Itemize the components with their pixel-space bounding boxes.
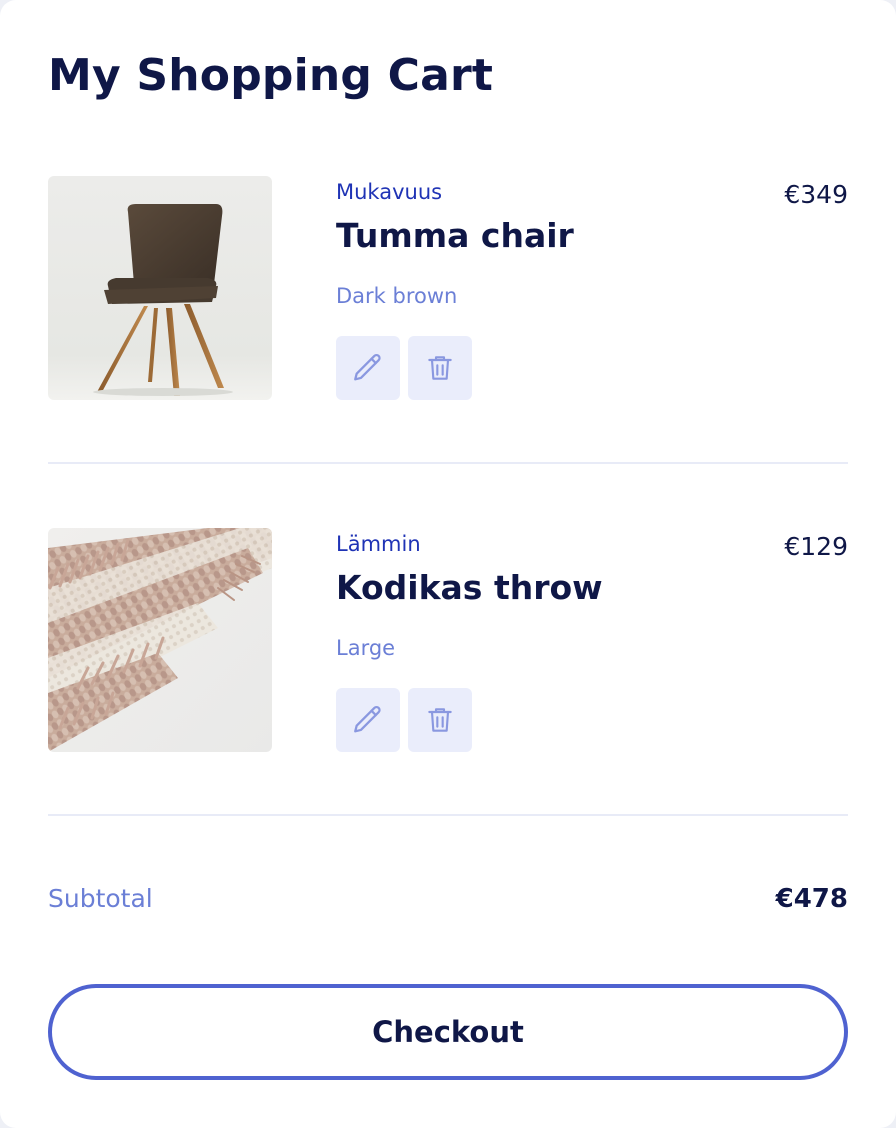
edit-item-button[interactable] — [336, 336, 400, 400]
product-price: €349 — [784, 180, 848, 209]
pencil-icon — [354, 353, 381, 381]
product-price: €129 — [784, 532, 848, 561]
subtotal-label: Subtotal — [48, 884, 153, 913]
page-title: My Shopping Cart — [48, 50, 494, 101]
product-name[interactable]: Tumma chair — [336, 216, 574, 255]
edit-item-button[interactable] — [336, 688, 400, 752]
divider — [48, 814, 848, 816]
product-variant: Dark brown — [336, 284, 458, 308]
divider — [48, 462, 848, 464]
delete-item-button[interactable] — [408, 336, 472, 400]
product-variant: Large — [336, 636, 396, 660]
cart-item: Lämmin Kodikas throw Large €129 — [48, 528, 848, 752]
delete-item-button[interactable] — [408, 688, 472, 752]
cart-item: Mukavuus Tumma chair Dark brown €349 — [48, 176, 848, 400]
trash-icon — [428, 708, 452, 732]
product-image-throw[interactable] — [48, 528, 272, 752]
product-brand: Mukavuus — [336, 180, 443, 204]
checkout-button[interactable]: Checkout — [48, 984, 848, 1080]
product-name[interactable]: Kodikas throw — [336, 568, 603, 607]
trash-icon — [428, 356, 452, 380]
subtotal-value: €478 — [775, 884, 848, 914]
product-brand: Lämmin — [336, 532, 421, 556]
pencil-icon — [354, 705, 381, 733]
product-image-chair[interactable] — [48, 176, 272, 400]
shopping-cart-card: My Shopping Cart Mukavuus Tumma chair Da… — [0, 0, 896, 1128]
